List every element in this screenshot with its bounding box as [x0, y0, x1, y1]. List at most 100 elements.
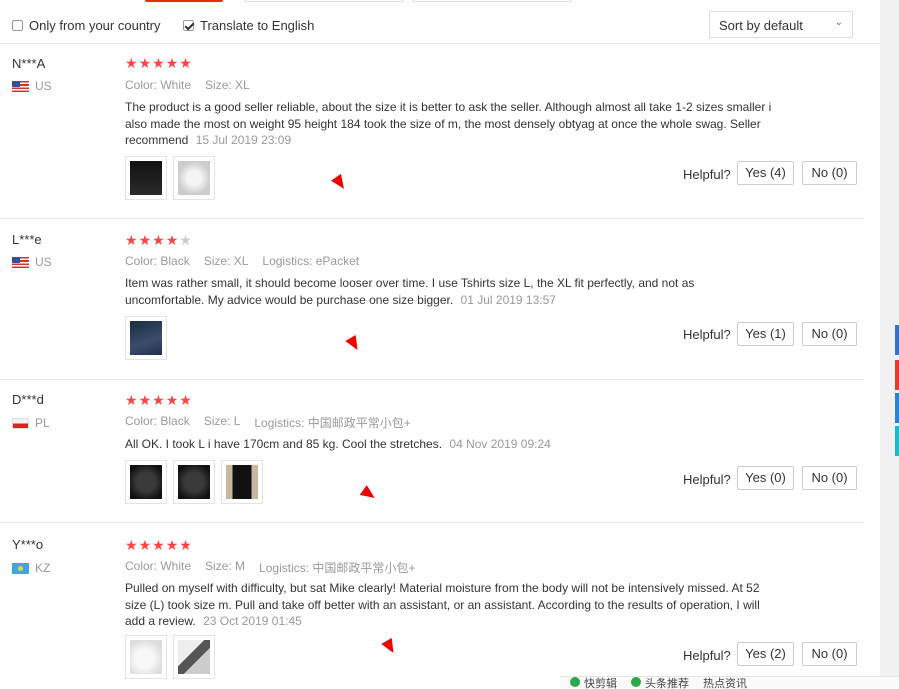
- review-photo-thumb[interactable]: [125, 635, 167, 679]
- bottom-bar-label: 热点资讯: [703, 678, 747, 689]
- attr-logistics: Logistics: 中国邮政平常小包+: [254, 416, 411, 430]
- star-icon: ★: [165, 55, 179, 71]
- review-date: 15 Jul 2019 23:09: [195, 133, 292, 147]
- review-text: The product is a good seller reliable, a…: [125, 99, 775, 149]
- review-date: 01 Jul 2019 13:57: [460, 292, 556, 307]
- helpful-yes-button[interactable]: Yes (1): [737, 322, 794, 346]
- side-float-tab[interactable]: [895, 325, 899, 355]
- star-icon: ★: [125, 537, 138, 553]
- review-attributes: Color: Black Size: L Logistics: 中国邮政平常小包…: [125, 414, 411, 431]
- helpful-yes-button[interactable]: Yes (2): [737, 642, 794, 666]
- attr-logistics: Logistics: 中国邮政平常小包+: [259, 561, 416, 575]
- side-float-tab[interactable]: [895, 426, 899, 456]
- checkbox-checked-icon[interactable]: [183, 20, 194, 31]
- star-icon: ★: [179, 537, 192, 553]
- star-icon: ★: [138, 537, 152, 553]
- review-photos: [125, 635, 215, 679]
- helpful-yes-button[interactable]: Yes (4): [737, 161, 794, 185]
- review-item: Y***o KZ ★ ★ ★ ★ ★ Color: White Size: M Logi…: [0, 523, 864, 679]
- rating-stars: ★ ★ ★ ★ ★: [125, 538, 192, 552]
- side-float-tab[interactable]: [895, 360, 899, 390]
- only-from-country-checkbox[interactable]: Only from your country: [12, 18, 161, 33]
- reviewer-country: US: [12, 255, 52, 269]
- review-body: All OK. I took L i have 170cm and 85 kg.…: [125, 437, 443, 451]
- kz-flag-icon: [12, 562, 29, 574]
- reviewer-name: Y***o: [12, 537, 44, 552]
- attr-color: Color: Black: [125, 254, 190, 268]
- helpful-label: Helpful?: [683, 648, 731, 663]
- review-item: N***A US ★ ★ ★ ★ ★ Color: White Size: XL The…: [0, 44, 864, 219]
- attr-size: Size: L: [203, 414, 241, 428]
- review-photo-thumb[interactable]: [221, 460, 263, 504]
- cursor-arrow-icon: [345, 334, 363, 354]
- chevron-down-icon: ⌄: [834, 17, 843, 28]
- helpful-no-button[interactable]: No (0): [802, 642, 857, 666]
- cursor-arrow-icon: [359, 485, 379, 503]
- attr-color: Color: White: [125, 78, 192, 92]
- helpful-no-button[interactable]: No (0): [802, 466, 857, 490]
- review-text: Pulled on myself with difficulty, but sa…: [125, 580, 775, 630]
- review-photo-thumb[interactable]: [173, 635, 215, 679]
- country-code: US: [35, 79, 52, 93]
- bottom-bar-item[interactable]: 头条推荐: [631, 677, 689, 689]
- helpful-no-button[interactable]: No (0): [802, 322, 857, 346]
- us-flag-icon: [12, 256, 29, 268]
- pl-flag-icon: [12, 417, 29, 429]
- attr-size: Size: M: [205, 559, 246, 573]
- browser-bottom-bar: 快剪辑 头条推荐 热点资讯: [560, 676, 899, 689]
- helpful-yes-button[interactable]: Yes (0): [737, 466, 794, 490]
- country-code: US: [35, 255, 52, 269]
- bottom-bar-item[interactable]: 热点资讯: [703, 677, 747, 689]
- reviewer-country: KZ: [12, 561, 50, 575]
- review-item: D***d PL ★ ★ ★ ★ ★ Color: Black Size: L Logi…: [0, 380, 864, 523]
- attr-logistics: Logistics: ePacket: [262, 254, 360, 268]
- star-icon: ★: [125, 232, 138, 248]
- review-attributes: Color: White Size: XL: [125, 78, 250, 92]
- star-icon: ★: [179, 55, 192, 71]
- helpful-no-button[interactable]: No (0): [802, 161, 857, 185]
- translate-label: Translate to English: [200, 18, 315, 33]
- star-icon: ★: [152, 232, 165, 248]
- country-code: PL: [35, 416, 50, 430]
- tab-edge[interactable]: [412, 0, 572, 2]
- star-icon: ★: [138, 55, 152, 71]
- review-photo-thumb[interactable]: [125, 460, 167, 504]
- star-icon: ★: [125, 392, 138, 408]
- reviewer-name: D***d: [12, 392, 44, 407]
- review-attributes: Color: White Size: M Logistics: 中国邮政平常小包…: [125, 559, 415, 576]
- star-icon: ★: [152, 392, 165, 408]
- review-photo-thumb[interactable]: [173, 460, 215, 504]
- review-photo-thumb[interactable]: [125, 156, 167, 200]
- helpful-label: Helpful?: [683, 327, 731, 342]
- star-icon: ★: [165, 232, 179, 248]
- review-text: Item was rather small, it should become …: [125, 275, 775, 308]
- helpful-label: Helpful?: [683, 472, 731, 487]
- star-icon: ★: [165, 537, 179, 553]
- rating-stars: ★ ★ ★ ★ ★: [125, 393, 192, 407]
- bottom-bar-item[interactable]: 快剪辑: [570, 677, 617, 689]
- review-text: All OK. I took L i have 170cm and 85 kg.…: [125, 436, 775, 453]
- active-tab-edge[interactable]: [145, 0, 223, 2]
- review-photo-thumb[interactable]: [173, 156, 215, 200]
- tab-edge[interactable]: [244, 0, 404, 2]
- reviewer-name: L***e: [12, 232, 42, 247]
- top-tabs-strip: [0, 0, 899, 4]
- reviewer-name: N***A: [12, 56, 46, 71]
- rating-stars: ★ ★ ★ ★ ★: [125, 56, 192, 70]
- sort-value: Sort by default: [719, 18, 803, 33]
- us-flag-icon: [12, 80, 29, 92]
- only-from-country-label: Only from your country: [29, 18, 161, 33]
- cursor-arrow-icon: [331, 173, 349, 193]
- side-float-tab[interactable]: [895, 393, 899, 423]
- country-code: KZ: [35, 561, 51, 575]
- sort-select[interactable]: Sort by default ⌄: [709, 11, 853, 38]
- review-attributes: Color: Black Size: XL Logistics: ePacket: [125, 254, 359, 268]
- translate-checkbox[interactable]: Translate to English: [183, 18, 314, 33]
- attr-size: Size: XL: [203, 254, 249, 268]
- review-photos: [125, 460, 263, 504]
- star-icon: ★: [152, 55, 165, 71]
- star-icon: ★: [138, 392, 152, 408]
- checkbox-unchecked-icon[interactable]: [12, 20, 23, 31]
- review-photo-thumb[interactable]: [125, 316, 167, 360]
- review-body: Item was rather small, it should become …: [125, 276, 695, 307]
